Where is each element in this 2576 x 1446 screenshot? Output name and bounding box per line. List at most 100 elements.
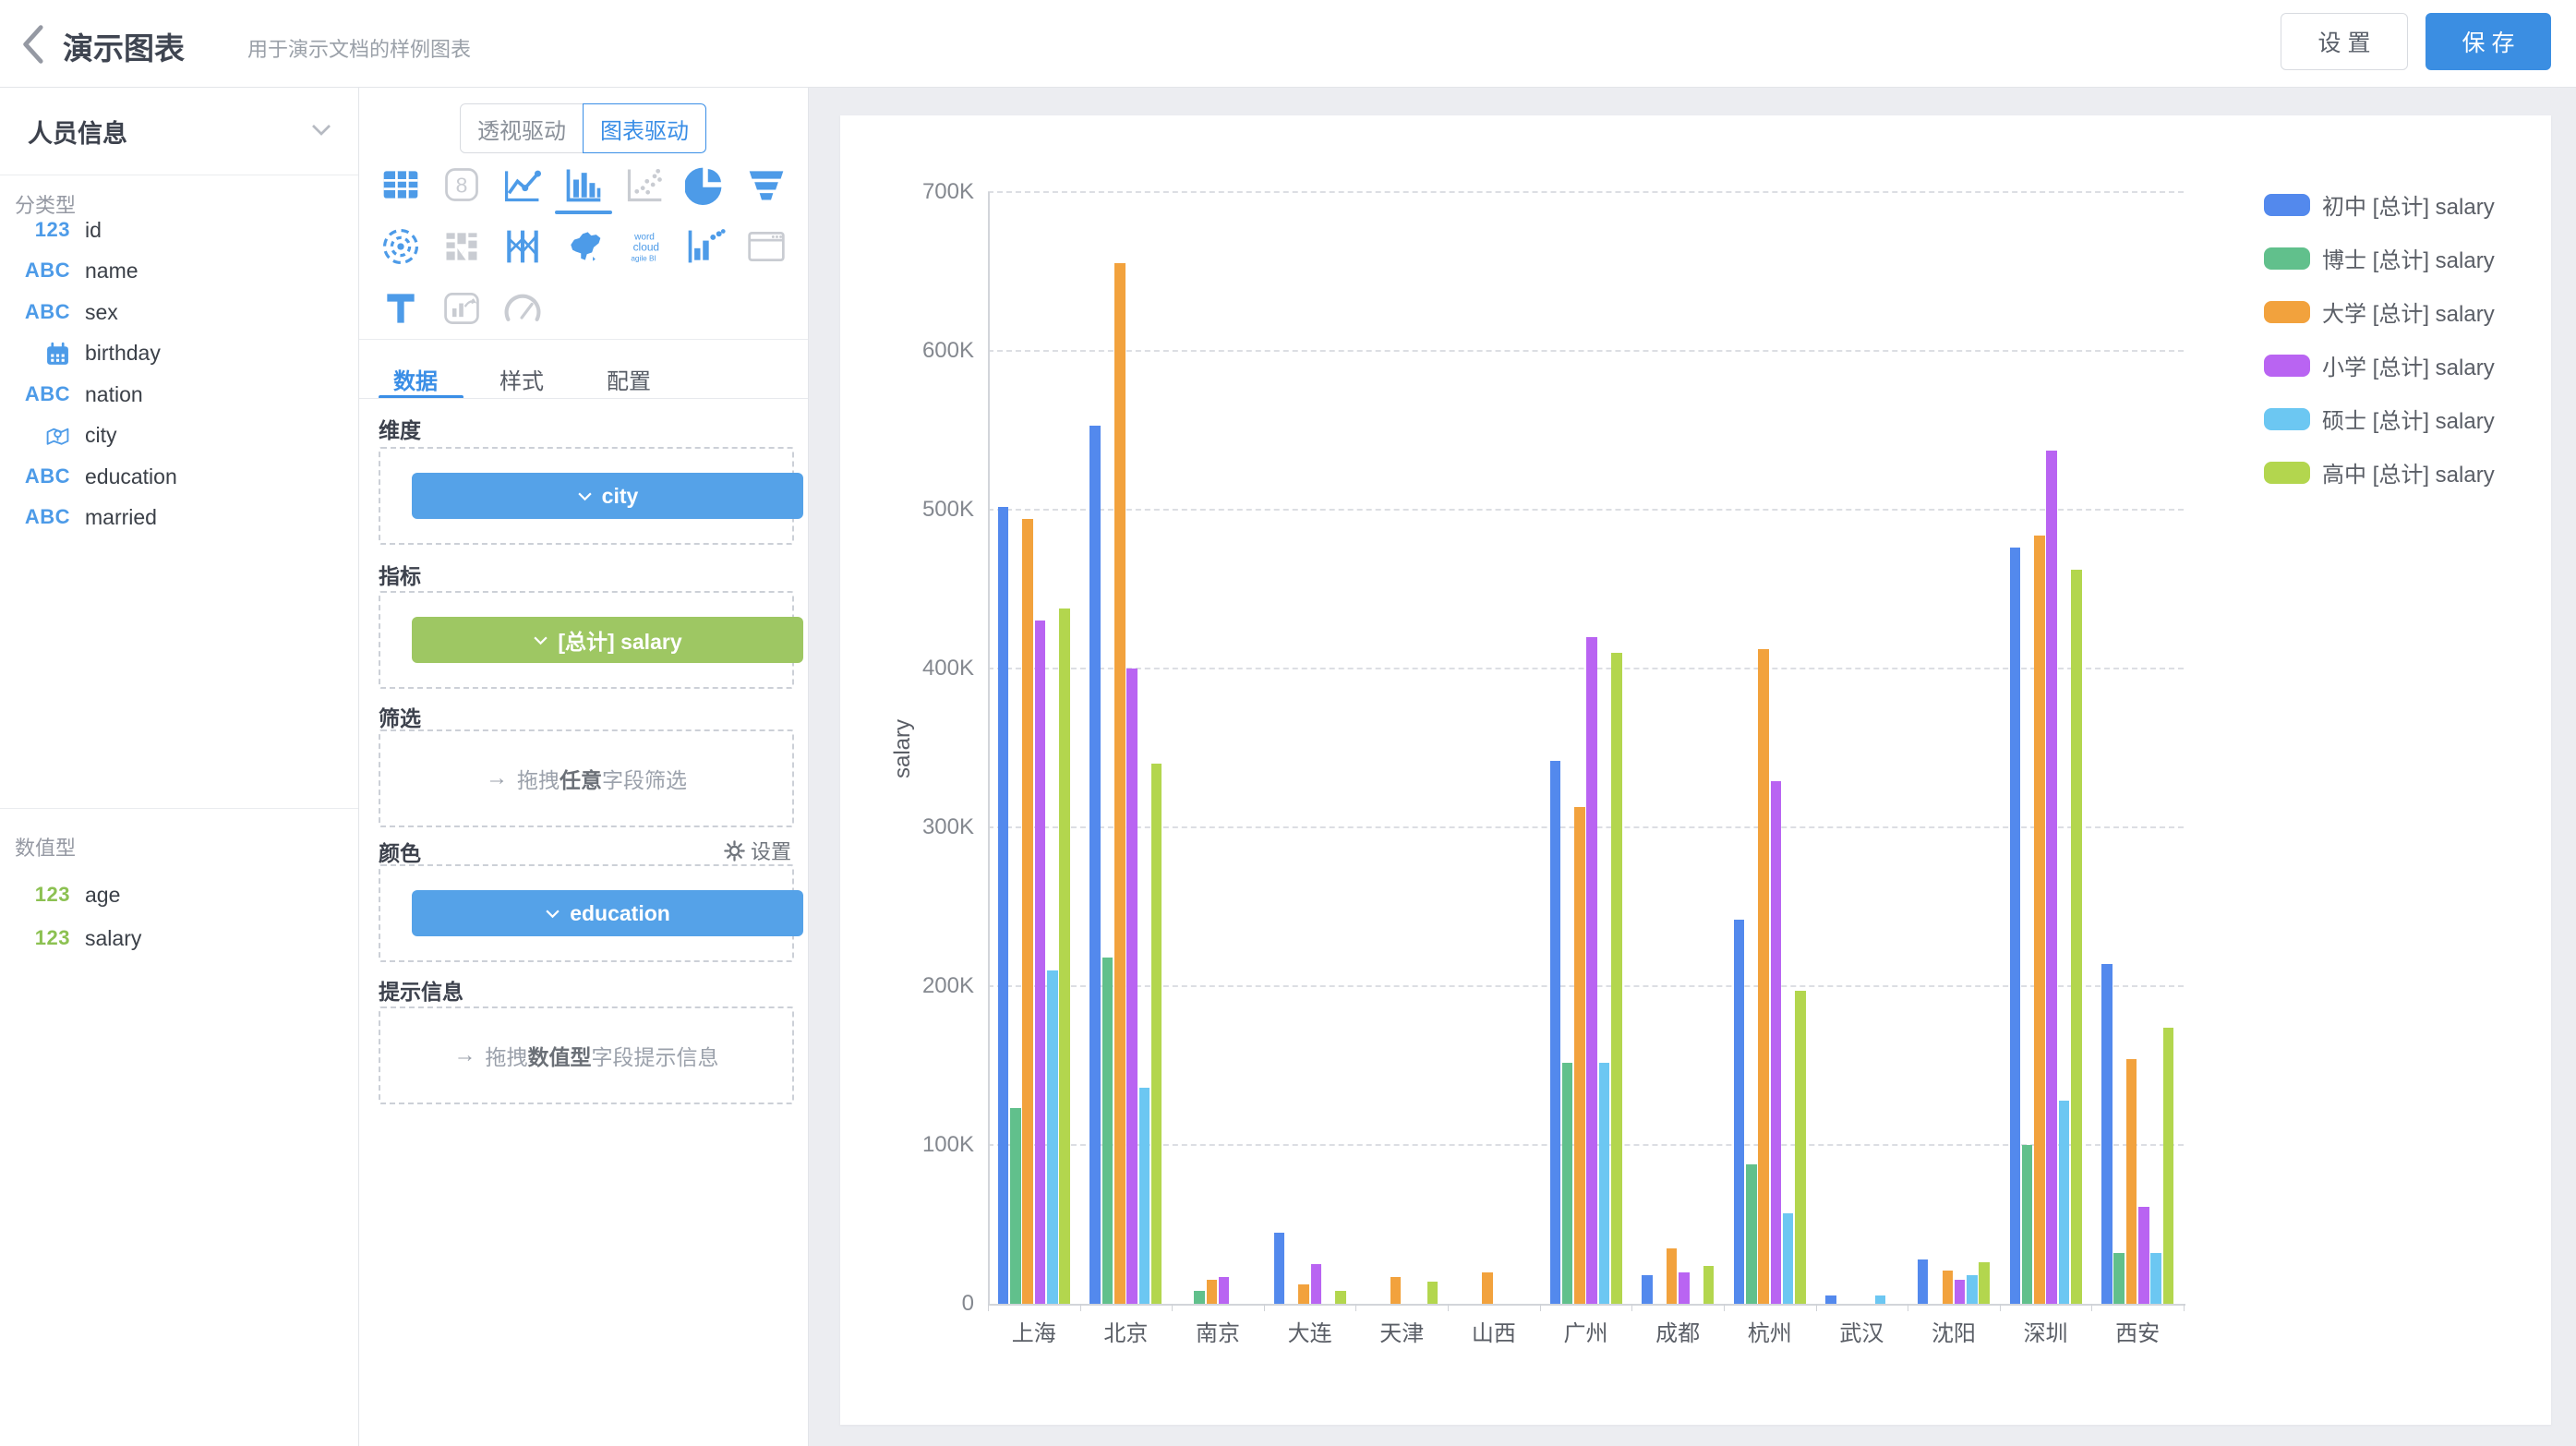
bar-广州-大学[interactable] bbox=[1574, 807, 1585, 1304]
table-chart-icon[interactable] bbox=[380, 164, 421, 205]
bar-西安-大学[interactable] bbox=[2126, 1059, 2137, 1304]
bar-成都-初中[interactable] bbox=[1642, 1275, 1653, 1304]
field-row-birthday[interactable]: birthday bbox=[0, 338, 358, 368]
bar-北京-博士[interactable] bbox=[1102, 958, 1113, 1304]
bar-北京-高中[interactable] bbox=[1151, 764, 1162, 1304]
bar-天津-大学[interactable] bbox=[1390, 1277, 1402, 1304]
tab-data[interactable]: 数据 bbox=[379, 363, 452, 395]
mode-tab-chart[interactable]: 图表驱动 bbox=[583, 103, 706, 153]
pie-chart-chart-icon[interactable] bbox=[685, 164, 726, 205]
bar-西安-硕士[interactable] bbox=[2150, 1253, 2161, 1304]
bar-成都-大学[interactable] bbox=[1667, 1248, 1678, 1304]
word-cloud-chart-icon[interactable]: wordcloudagile BI bbox=[624, 226, 665, 267]
bar-杭州-初中[interactable] bbox=[1734, 920, 1745, 1304]
gauge-chart-icon[interactable] bbox=[502, 288, 543, 329]
tooltip-dropzone[interactable]: → 拖拽数值型字段提示信息 bbox=[379, 1006, 794, 1104]
tab-config[interactable]: 配置 bbox=[592, 363, 666, 395]
bar-chart-chart-icon[interactable] bbox=[563, 164, 604, 205]
funnel-chart-icon[interactable] bbox=[746, 164, 787, 205]
legend-item-博士[interactable]: 博士 [总计] salary bbox=[2264, 242, 2495, 274]
color-settings-link[interactable]: 设置 bbox=[724, 836, 791, 865]
bar-深圳-博士[interactable] bbox=[2022, 1145, 2033, 1304]
bar-西安-小学[interactable] bbox=[2138, 1207, 2149, 1304]
bar-杭州-大学[interactable] bbox=[1758, 649, 1769, 1304]
bar-南京-小学[interactable] bbox=[1219, 1277, 1230, 1304]
bar-上海-大学[interactable] bbox=[1022, 519, 1033, 1304]
legend-item-初中[interactable]: 初中 [总计] salary bbox=[2264, 188, 2495, 221]
bar-南京-博士[interactable] bbox=[1194, 1291, 1205, 1304]
bar-广州-博士[interactable] bbox=[1562, 1063, 1573, 1304]
bar-深圳-初中[interactable] bbox=[2010, 548, 2021, 1304]
bar-南京-大学[interactable] bbox=[1207, 1280, 1218, 1304]
bar-西安-初中[interactable] bbox=[2101, 964, 2113, 1304]
bar-深圳-小学[interactable] bbox=[2046, 451, 2057, 1304]
china-map-chart-icon[interactable] bbox=[563, 226, 604, 267]
bar-大连-高中[interactable] bbox=[1335, 1291, 1346, 1304]
bar-北京-大学[interactable] bbox=[1114, 263, 1125, 1304]
metric-pill-salary[interactable]: [总计] salary bbox=[412, 617, 803, 663]
bar-沈阳-高中[interactable] bbox=[1979, 1262, 1990, 1304]
save-button[interactable]: 保 存 bbox=[2426, 13, 2551, 70]
bar-杭州-博士[interactable] bbox=[1746, 1164, 1757, 1304]
bar-大连-大学[interactable] bbox=[1298, 1284, 1309, 1304]
bar-成都-小学[interactable] bbox=[1679, 1272, 1690, 1304]
media-chart-icon[interactable] bbox=[441, 288, 482, 329]
bar-杭州-硕士[interactable] bbox=[1783, 1213, 1794, 1304]
web-view-chart-icon[interactable] bbox=[746, 226, 787, 267]
field-row-sex[interactable]: ABC sex bbox=[0, 297, 358, 327]
tab-style[interactable]: 样式 bbox=[485, 363, 559, 395]
biaxial-chart-icon[interactable] bbox=[441, 226, 482, 267]
field-row-id[interactable]: 123 id bbox=[0, 215, 358, 245]
bar-广州-小学[interactable] bbox=[1586, 637, 1597, 1304]
legend-item-硕士[interactable]: 硕士 [总计] salary bbox=[2264, 403, 2495, 435]
bar-山西-大学[interactable] bbox=[1482, 1272, 1493, 1304]
bar-深圳-硕士[interactable] bbox=[2059, 1101, 2070, 1304]
bar-北京-小学[interactable] bbox=[1126, 669, 1138, 1304]
parallel-chart-icon[interactable] bbox=[502, 226, 543, 267]
scatter-chart-icon[interactable] bbox=[624, 164, 665, 205]
legend-item-高中[interactable]: 高中 [总计] salary bbox=[2264, 456, 2495, 488]
field-row-city[interactable]: city bbox=[0, 420, 358, 450]
bar-上海-高中[interactable] bbox=[1059, 609, 1070, 1304]
filter-dropzone[interactable]: → 拖拽任意字段筛选 bbox=[379, 729, 794, 827]
bar-西安-高中[interactable] bbox=[2163, 1028, 2174, 1304]
bar-广州-高中[interactable] bbox=[1611, 653, 1622, 1304]
bar-上海-初中[interactable] bbox=[998, 507, 1009, 1304]
bar-天津-高中[interactable] bbox=[1427, 1282, 1438, 1304]
dimension-dropzone[interactable]: city bbox=[379, 447, 794, 545]
legend-item-小学[interactable]: 小学 [总计] salary bbox=[2264, 349, 2495, 381]
bar-上海-博士[interactable] bbox=[1010, 1108, 1021, 1304]
dataset-header[interactable]: 人员信息 bbox=[0, 88, 358, 175]
field-row-salary[interactable]: 123 salary bbox=[0, 923, 358, 953]
bar-上海-硕士[interactable] bbox=[1047, 970, 1058, 1304]
legend-item-大学[interactable]: 大学 [总计] salary bbox=[2264, 295, 2495, 328]
bar-杭州-小学[interactable] bbox=[1771, 781, 1782, 1304]
color-dropzone[interactable]: education bbox=[379, 864, 794, 962]
color-pill-education[interactable]: education bbox=[412, 890, 803, 936]
bar-沈阳-大学[interactable] bbox=[1943, 1271, 1954, 1304]
bar-西安-博士[interactable] bbox=[2113, 1253, 2125, 1304]
dimension-pill-city[interactable]: city bbox=[412, 473, 803, 519]
bar-武汉-初中[interactable] bbox=[1825, 1295, 1836, 1304]
bar-大连-初中[interactable] bbox=[1274, 1233, 1285, 1304]
bar-武汉-硕士[interactable] bbox=[1875, 1295, 1886, 1304]
bar-北京-初中[interactable] bbox=[1089, 426, 1101, 1304]
field-row-nation[interactable]: ABC nation bbox=[0, 380, 358, 409]
bar-沈阳-小学[interactable] bbox=[1955, 1280, 1966, 1304]
settings-button[interactable]: 设 置 bbox=[2281, 13, 2408, 70]
metric-dropzone[interactable]: [总计] salary bbox=[379, 591, 794, 689]
mode-tab-pivot[interactable]: 透视驱动 bbox=[460, 103, 584, 153]
bar-广州-硕士[interactable] bbox=[1599, 1063, 1610, 1304]
radar-chart-icon[interactable] bbox=[380, 226, 421, 267]
field-row-name[interactable]: ABC name bbox=[0, 256, 358, 285]
bar-深圳-大学[interactable] bbox=[2034, 536, 2045, 1304]
bar-杭州-高中[interactable] bbox=[1795, 991, 1806, 1304]
bar-上海-小学[interactable] bbox=[1035, 621, 1046, 1304]
text-chart-icon[interactable] bbox=[380, 288, 421, 329]
field-row-married[interactable]: ABC married bbox=[0, 502, 358, 532]
bar-沈阳-初中[interactable] bbox=[1918, 1259, 1929, 1304]
bar-北京-硕士[interactable] bbox=[1139, 1088, 1150, 1304]
field-row-education[interactable]: ABC education bbox=[0, 462, 358, 491]
bar-沈阳-硕士[interactable] bbox=[1967, 1275, 1978, 1304]
bar-大连-小学[interactable] bbox=[1311, 1264, 1322, 1304]
